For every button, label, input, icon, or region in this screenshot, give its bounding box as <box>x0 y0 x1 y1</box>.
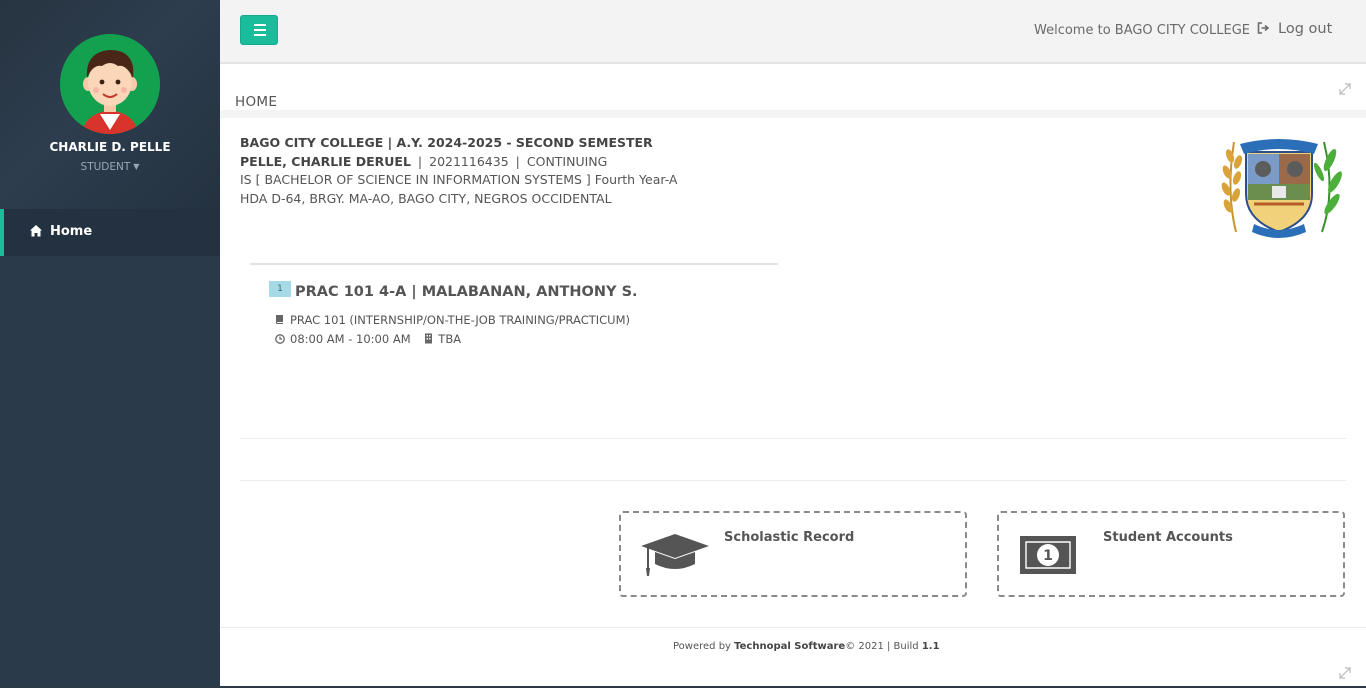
college-seal-logo <box>1221 139 1342 238</box>
profile-panel: CHARLIE D. PELLE STUDENT ▼ <box>0 0 220 209</box>
student-info: BAGO CITY COLLEGE | A.Y. 2024-2025 - SEC… <box>240 134 678 208</box>
footer-build: 1.1 <box>921 641 940 652</box>
expand-icon[interactable] <box>1338 666 1352 680</box>
svg-text:1: 1 <box>1043 548 1053 564</box>
student-accounts-card[interactable]: 1 Student Accounts <box>997 511 1345 597</box>
top-bar: Welcome to BAGO CITY COLLEGE Log out <box>220 0 1366 64</box>
book-icon <box>276 315 283 324</box>
footer-prefix: Powered by <box>673 641 731 652</box>
student-name: PELLE, CHARLIE DERUEL <box>240 153 411 169</box>
course-time: 08:00 AM - 10:00 AM TBA <box>275 332 461 346</box>
footer-divider <box>220 627 1366 628</box>
divider <box>240 438 1346 439</box>
caret-down-icon: ▼ <box>133 162 140 171</box>
student-program: IS [ BACHELOR OF SCIENCE IN INFORMATION … <box>240 172 678 187</box>
card-label: Scholastic Record <box>724 530 855 545</box>
graduation-cap-icon <box>641 534 709 576</box>
course-title: PRAC 101 4-A | MALABANAN, ANTHONY S. <box>295 284 638 300</box>
money-bill-icon: 1 <box>1020 536 1076 574</box>
scholastic-record-card[interactable]: Scholastic Record <box>619 511 967 597</box>
sidebar: CHARLIE D. PELLE STUDENT ▼ Home <box>0 0 220 688</box>
schedule-divider <box>250 263 778 265</box>
sign-out-icon <box>1257 22 1270 34</box>
school-semester-heading: BAGO CITY COLLEGE | A.Y. 2024-2025 - SEC… <box>240 135 653 150</box>
menu-toggle-button[interactable] <box>240 15 278 45</box>
home-icon <box>30 225 42 237</box>
sidebar-item-label: Home <box>50 224 93 239</box>
divider <box>220 110 1366 118</box>
hamburger-menu-icon <box>254 24 266 26</box>
student-name-line: PELLE, CHARLIE DERUEL | 2021116435 | CONTINU… <box>240 153 608 169</box>
profile-role-label: STUDENT <box>80 161 131 173</box>
course-room-text: TBA <box>438 332 462 346</box>
logout-button[interactable]: Log out <box>1257 21 1332 37</box>
clock-icon <box>275 334 285 344</box>
course-room: TBA <box>424 332 461 346</box>
welcome-text: Welcome to BAGO CITY COLLEGE <box>1034 23 1251 38</box>
schedule-number-badge: 1 <box>269 281 291 297</box>
sidebar-item-home[interactable]: Home <box>0 209 220 256</box>
profile-name: CHARLIE D. PELLE <box>49 140 171 154</box>
footer-company: Technopal Software <box>734 641 846 652</box>
avatar <box>60 34 160 134</box>
course-description-text: PRAC 101 (INTERNSHIP/ON-THE-JOB TRAINING… <box>290 313 631 327</box>
building-icon <box>425 333 433 344</box>
card-label: Student Accounts <box>1103 530 1233 545</box>
footer: Powered by Technopal Software© 2021 | Bu… <box>673 641 940 652</box>
logout-label: Log out <box>1278 21 1333 37</box>
page-title: HOME <box>235 94 278 110</box>
expand-icon[interactable] <box>1338 82 1352 96</box>
course-description: PRAC 101 (INTERNSHIP/ON-THE-JOB TRAINING… <box>275 313 630 327</box>
student-id: 2021116435 <box>429 153 509 169</box>
student-status: CONTINUING <box>526 153 608 169</box>
student-address: HDA D-64, BRGY. MA-AO, BAGO CITY, NEGROS… <box>240 190 612 206</box>
footer-year: © 2021 | Build <box>845 641 919 652</box>
profile-role-dropdown[interactable]: STUDENT ▼ <box>0 161 220 173</box>
course-time-text: 08:00 AM - 10:00 AM <box>290 332 411 346</box>
divider <box>240 480 1346 481</box>
